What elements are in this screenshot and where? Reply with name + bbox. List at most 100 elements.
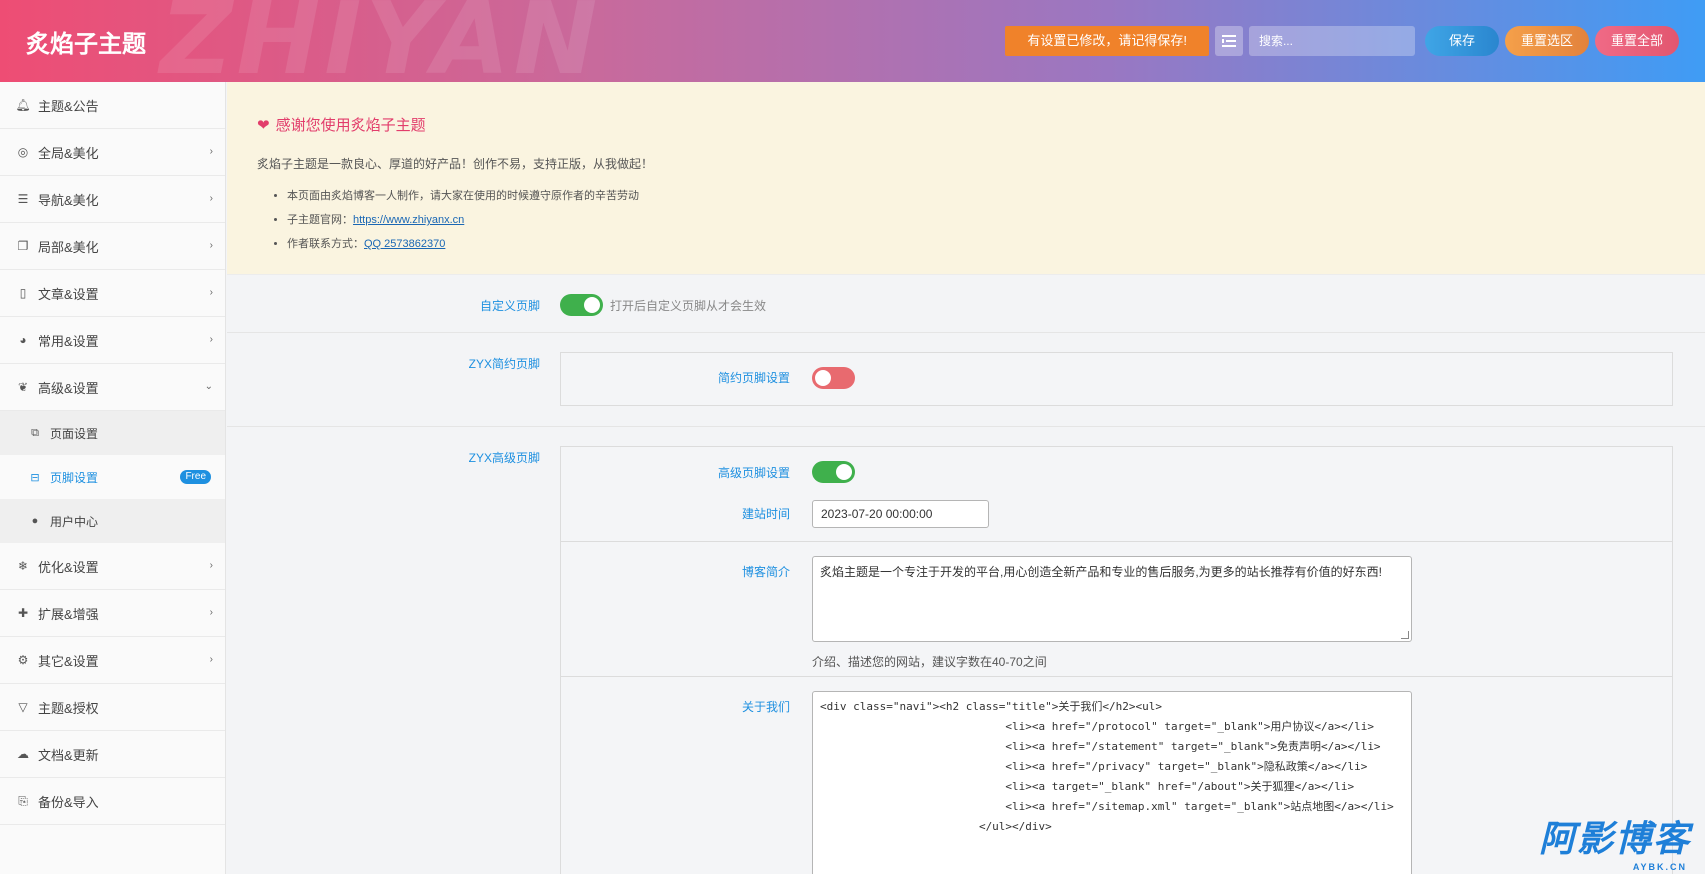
save-button[interactable]: 保存 — [1424, 26, 1499, 56]
sidebar-item-license[interactable]: ▽ 主题&授权 — [0, 684, 225, 731]
sidebar-item-label: 文档&更新 — [38, 747, 99, 763]
copy-icon: ❐ — [17, 239, 29, 253]
sidebar-item-other[interactable]: ⚙ 其它&设置 › — [0, 637, 225, 684]
sidebar-item-common[interactable]: ◕ 常用&设置 › — [0, 317, 225, 364]
sidebar-item-label: 文章&设置 — [38, 286, 99, 302]
chevron-down-icon: ⌄ — [204, 381, 213, 392]
advanced-footer-toggle[interactable] — [812, 461, 855, 483]
advanced-footer-row: ZYX高级页脚 高级页脚设置 建站时间 2023-07-20 00:00:00 … — [227, 427, 1705, 874]
unsaved-notice: 有设置已修改，请记得保存! — [1005, 26, 1209, 56]
sidebar-item-nav[interactable]: ☰ 导航&美化 › — [0, 176, 225, 223]
pie-chart-icon: ◕ — [19, 333, 27, 347]
sidebar-item-global[interactable]: ◎ 全局&美化 › — [0, 129, 225, 176]
qq-link[interactable]: QQ 2573862370 — [364, 238, 445, 250]
sidebar-item-local[interactable]: ❐ 局部&美化 › — [0, 223, 225, 270]
blog-intro-text: 炙焰主题是一个专注于开发的平台,用心创造全新产品和专业的售后服务,为更多的站长推… — [820, 565, 1383, 579]
chevron-right-icon: › — [209, 560, 213, 571]
chevron-right-icon: › — [209, 240, 213, 251]
reset-selected-button[interactable]: 重置选区 — [1504, 26, 1589, 56]
search-input[interactable]: 搜索... — [1248, 26, 1415, 56]
sidebar-item-advanced[interactable]: ❦ 高级&设置 ⌄ — [0, 364, 225, 411]
sidebar-subitem-footer[interactable]: ⊟ 页脚设置 Free — [0, 455, 225, 499]
blog-intro-hint: 介绍、描述您的网站，建议字数在40-70之间 — [812, 655, 1047, 669]
clone-icon: ⎘ — [18, 793, 28, 808]
sidebar-item-docs[interactable]: ☁ 文档&更新 — [0, 731, 225, 778]
blog-intro-textarea[interactable]: 炙焰主题是一个专注于开发的平台,用心创造全新产品和专业的售后服务,为更多的站长推… — [812, 556, 1412, 642]
sidebar-item-label: 优化&设置 — [38, 559, 99, 575]
main-content: ❤ 感谢您使用炙焰子主题 炙焰子主题是一款良心、厚道的好产品！创作不易，支持正版… — [227, 82, 1705, 874]
brand-title: 炙焰子主题 — [26, 30, 146, 58]
sidebar-item-label: 其它&设置 — [38, 653, 99, 669]
bell-icon: 🔔︎ — [15, 98, 31, 112]
divider — [561, 541, 1672, 542]
about-textarea[interactable]: <div class="navi"><h2 class="title">关于我们… — [812, 691, 1412, 874]
gear-icon: ⚙ — [17, 653, 29, 667]
simple-footer-setting-label: 简约页脚设置 — [717, 371, 790, 385]
sidebar-subitem-page[interactable]: ⧉ 页面设置 — [0, 411, 225, 455]
resize-handle-icon[interactable] — [1401, 631, 1409, 639]
sidebar-item-extend[interactable]: ✚ 扩展&增强 › — [0, 590, 225, 637]
header-actions: 有设置已修改，请记得保存! 搜索... 保存 重置选区 重置全部 — [1005, 26, 1679, 56]
puzzle-icon: ✚ — [17, 606, 29, 620]
list-item: 作者联系方式：QQ 2573862370 — [287, 232, 1675, 256]
heart-icon: ❤ — [257, 115, 270, 134]
sidebar-subitem-user[interactable]: ● 用户中心 — [0, 499, 225, 543]
site-time-input[interactable]: 2023-07-20 00:00:00 — [812, 500, 989, 528]
advanced-footer-fieldset: 高级页脚设置 建站时间 2023-07-20 00:00:00 博客简介 炙焰主… — [560, 446, 1673, 874]
site-link[interactable]: https://www.zhiyanx.cn — [353, 214, 464, 226]
sidebar-item-label: 局部&美化 — [38, 239, 99, 255]
watermark-logo: 阿影博客 — [1538, 819, 1691, 860]
advanced-footer-label: ZYX高级页脚 — [468, 451, 540, 465]
welcome-panel: ❤ 感谢您使用炙焰子主题 炙焰子主题是一款良心、厚道的好产品！创作不易，支持正版… — [227, 82, 1705, 275]
divider — [561, 676, 1672, 677]
top-header: ZHIYAN 炙焰子主题 有设置已修改，请记得保存! 搜索... 保存 重置选区… — [0, 0, 1705, 82]
sidebar-item-label: 备份&导入 — [38, 794, 99, 810]
sidebar-item-theme-notice[interactable]: 🔔︎ 主题&公告 — [0, 82, 225, 129]
simple-footer-label: ZYX简约页脚 — [468, 357, 540, 371]
chevron-right-icon: › — [209, 334, 213, 345]
sidebar-item-article[interactable]: ▯ 文章&设置 › — [0, 270, 225, 317]
chevron-right-icon: › — [209, 193, 213, 204]
blog-intro-label: 博客简介 — [741, 565, 790, 579]
target-icon: ◎ — [17, 145, 29, 159]
list-icon: ☰ — [17, 192, 29, 206]
snowflake-icon: ❄ — [17, 559, 29, 573]
site-time-label: 建站时间 — [741, 507, 790, 521]
chevron-right-icon: › — [209, 654, 213, 665]
sidebar-subitem-label: 页脚设置 — [50, 470, 99, 485]
sidebar-item-label: 全局&美化 — [38, 145, 99, 161]
custom-footer-label: 自定义页脚 — [479, 299, 540, 313]
about-label: 关于我们 — [741, 700, 790, 714]
cloud-download-icon: ☁ — [17, 747, 29, 761]
expand-all-icon[interactable] — [1214, 26, 1243, 56]
site-label: 子主题官网： — [287, 214, 353, 226]
header-watermark: ZHIYAN — [160, 0, 602, 82]
chevron-right-icon: › — [209, 607, 213, 618]
windows-icon: ⧉ — [31, 426, 39, 439]
chevron-right-icon: › — [209, 287, 213, 298]
sidebar-item-backup[interactable]: ⎘ 备份&导入 — [0, 778, 225, 825]
vuejs-icon: ▽ — [18, 700, 28, 714]
leaf-icon: ❦ — [17, 380, 29, 394]
custom-footer-row: 自定义页脚 打开后自定义页脚从才会生效 — [227, 275, 1705, 333]
sidebar-item-label: 主题&授权 — [38, 700, 99, 716]
welcome-title: ❤ 感谢您使用炙焰子主题 — [257, 114, 1675, 135]
chevron-right-icon: › — [209, 146, 213, 157]
sidebar-item-label: 高级&设置 — [38, 380, 99, 396]
minus-square-icon: ⊟ — [30, 471, 40, 484]
free-badge: Free — [180, 470, 211, 484]
sidebar-item-label: 导航&美化 — [38, 192, 99, 208]
reset-all-button[interactable]: 重置全部 — [1594, 26, 1679, 56]
sidebar-item-optimize[interactable]: ❄ 优化&设置 › — [0, 543, 225, 590]
sidebar-subitem-label: 用户中心 — [50, 514, 99, 529]
watermark-sub: AYBK.CN — [1632, 862, 1687, 872]
advanced-footer-setting-label: 高级页脚设置 — [717, 466, 790, 480]
welcome-title-text: 感谢您使用炙焰子主题 — [275, 116, 426, 134]
welcome-intro: 炙焰子主题是一款良心、厚道的好产品！创作不易，支持正版，从我做起！ — [257, 157, 654, 171]
simple-footer-toggle[interactable] — [812, 367, 855, 389]
custom-footer-toggle[interactable] — [560, 294, 603, 316]
list-item: 子主题官网：https://www.zhiyanx.cn — [287, 208, 1675, 232]
contact-label: 作者联系方式： — [287, 238, 364, 250]
sidebar-submenu: ⧉ 页面设置 ⊟ 页脚设置 Free ● 用户中心 — [0, 411, 225, 543]
list-item: 本页面由炙焰博客一人制作，请大家在使用的时候遵守原作者的辛苦劳动 — [287, 184, 1675, 208]
